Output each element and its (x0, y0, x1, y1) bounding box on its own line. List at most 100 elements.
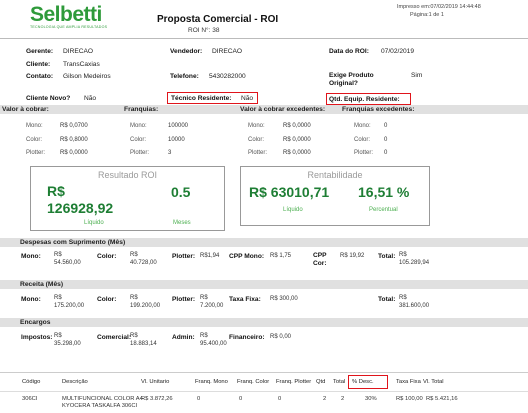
franquia-label: Mono: (130, 123, 147, 129)
valor-cobrar-heading: Valor à cobrar: (2, 106, 49, 113)
rentabilidade-liquido-value: R$ 63010,71 (249, 184, 330, 200)
valor-label: Plotter: (26, 150, 46, 156)
impostos-currency: R$ (54, 333, 62, 339)
data-roi-value: 07/02/2019 (381, 48, 415, 55)
table-header-divider (0, 391, 528, 392)
col-descricao: Descrição (62, 379, 88, 385)
resultado-currency: R$ (47, 183, 65, 199)
excedente-label: Plotter: (248, 150, 268, 156)
franquia-label: Plotter: (130, 150, 150, 156)
col-franq-plotter: Franq. Plotter (276, 379, 312, 385)
financeiro-label: Financeiro: (229, 334, 265, 341)
col-franq-color: Franq. Color (237, 379, 270, 385)
comercial-currency: R$ (130, 333, 138, 339)
despesas-color-value: 40.728,00 (130, 260, 157, 266)
rentabilidade-card: Rentabilidade R$ 63010,71 Líquido 16,51 … (240, 166, 430, 226)
col-desc: % Desc. (352, 379, 374, 385)
receita-header-bar (0, 280, 528, 289)
cpp-cor-label-top: CPP (313, 252, 327, 259)
row-desc: 30% (365, 396, 377, 402)
cpp-mono-label: CPP Mono: (229, 253, 265, 260)
valor-label: Color: (26, 137, 43, 143)
qtd-equip-label: Qtd. Equip. Residente: (329, 96, 400, 103)
logo-wordmark: Selbetti (30, 3, 102, 26)
contato-label: Contato: (26, 73, 54, 80)
taxa-fixa-label: Taxa Fixa: (229, 296, 261, 303)
valor-label: Mono: (26, 123, 43, 129)
excedente-value: R$ 0,0000 (283, 137, 311, 143)
vendedor-label: Vendedor: (170, 48, 203, 55)
tecnico-residente-value: Não (241, 95, 254, 102)
selbetti-logo: Selbetti TECNOLOGIA QUE AMPLIA RESULTADO… (30, 3, 110, 30)
cliente-novo-value: Não (84, 95, 97, 102)
excedente-value: R$ 0,0000 (283, 150, 311, 156)
franquias-excedentes-heading: Franquias excedentes: (342, 106, 415, 113)
exige-produto-label: Exige Produto Original? (329, 72, 374, 87)
resultado-meses-value: 0.5 (171, 184, 191, 200)
cliente-novo-label: Cliente Novo? (26, 95, 71, 102)
cpp-cor-value: R$ 19,92 (340, 253, 365, 259)
cliente-value: TransCaxias (63, 61, 100, 68)
receita-color-value: 199.200,00 (130, 303, 161, 309)
franquia-excedente-label: Color: (354, 137, 371, 143)
franquia-excedente-value: 0 (384, 150, 388, 156)
despesas-plotter-label: Plotter: (172, 253, 196, 260)
despesas-mono-value: 54.560,00 (54, 260, 81, 266)
franquia-excedente-label: Mono: (354, 123, 371, 129)
rentabilidade-percentual-value: 16,51 % (358, 184, 410, 200)
receita-mono-label: Mono: (21, 296, 41, 303)
row-codigo: 306CI (22, 396, 38, 402)
telefone-label: Telefone: (170, 73, 199, 80)
gerente-value: DIRECAO (63, 48, 94, 55)
receita-color-label: Color: (97, 296, 117, 303)
receita-plotter-value: 7.200,00 (200, 303, 224, 309)
row-total: 2 (341, 396, 345, 402)
despesas-heading: Despesas com Suprimento (Mês) (20, 239, 126, 246)
receita-mono-currency: R$ (54, 295, 62, 301)
row-vl-total: R$ 5.421,16 (426, 396, 458, 402)
receita-total-value: 381.600,00 (399, 303, 430, 309)
excedente-value: R$ 0,0000 (283, 123, 311, 129)
col-codigo: Código (22, 379, 41, 385)
table-top-divider (0, 372, 528, 373)
page-title: Proposta Comercial - ROI (157, 14, 279, 25)
taxa-fixa-value: R$ 300,00 (270, 296, 298, 302)
receita-mono-value: 175.200,00 (54, 303, 85, 309)
despesas-total-label: Total: (378, 253, 396, 260)
receita-color-currency: R$ (130, 295, 138, 301)
col-taxa-fixa: Taxa Fixa (396, 379, 421, 385)
resultado-roi-title: Resultado ROI (97, 170, 158, 180)
resultado-meses-label: Meses (173, 220, 191, 226)
despesas-plotter-value: R$1,94 (200, 253, 220, 259)
col-franq-mono: Franq. Mono (195, 379, 228, 385)
cpp-cor-label-bottom: Cor: (313, 260, 327, 267)
valor-value: R$ 0,0000 (60, 150, 88, 156)
header-divider (0, 38, 528, 39)
row-taxa-fixa: R$ 100,00 (396, 396, 423, 402)
comercial-label: Comercial: (97, 334, 132, 341)
printed-at: Impresso em:07/02/2019 14:44:48 (397, 4, 481, 10)
comercial-value: 18.883,14 (130, 341, 157, 347)
despesas-mono-label: Mono: (21, 253, 41, 260)
row-descricao-line2: KYOCERA TASKALFA 306CI (62, 403, 138, 409)
franquia-value: 100000 (168, 123, 189, 129)
col-qtd: Qtd (316, 379, 326, 385)
row-franq-plotter: 0 (278, 396, 282, 402)
franquia-excedente-value: 0 (384, 137, 388, 143)
despesas-total-value: 105.289,94 (399, 260, 430, 266)
rentabilidade-title: Rentabilidade (307, 170, 363, 180)
data-roi-label: Data do ROI: (329, 48, 369, 55)
receita-heading: Receita (Mês) (20, 281, 64, 288)
admin-currency: R$ (200, 333, 208, 339)
franquia-value: 3 (168, 150, 172, 156)
valor-value: R$ 0,8000 (60, 137, 88, 143)
telefone-value: 5430282000 (209, 73, 246, 80)
row-franq-color: 0 (239, 396, 243, 402)
admin-label: Admin: (172, 334, 195, 341)
cpp-mono-value: R$ 1,75 (270, 253, 292, 259)
encargos-header-bar (0, 318, 528, 327)
franquias-heading: Franquias: (124, 106, 159, 113)
franquia-value: 10000 (168, 137, 185, 143)
franquia-excedente-label: Plotter: (354, 150, 374, 156)
exige-produto-value: Sim (411, 72, 423, 79)
